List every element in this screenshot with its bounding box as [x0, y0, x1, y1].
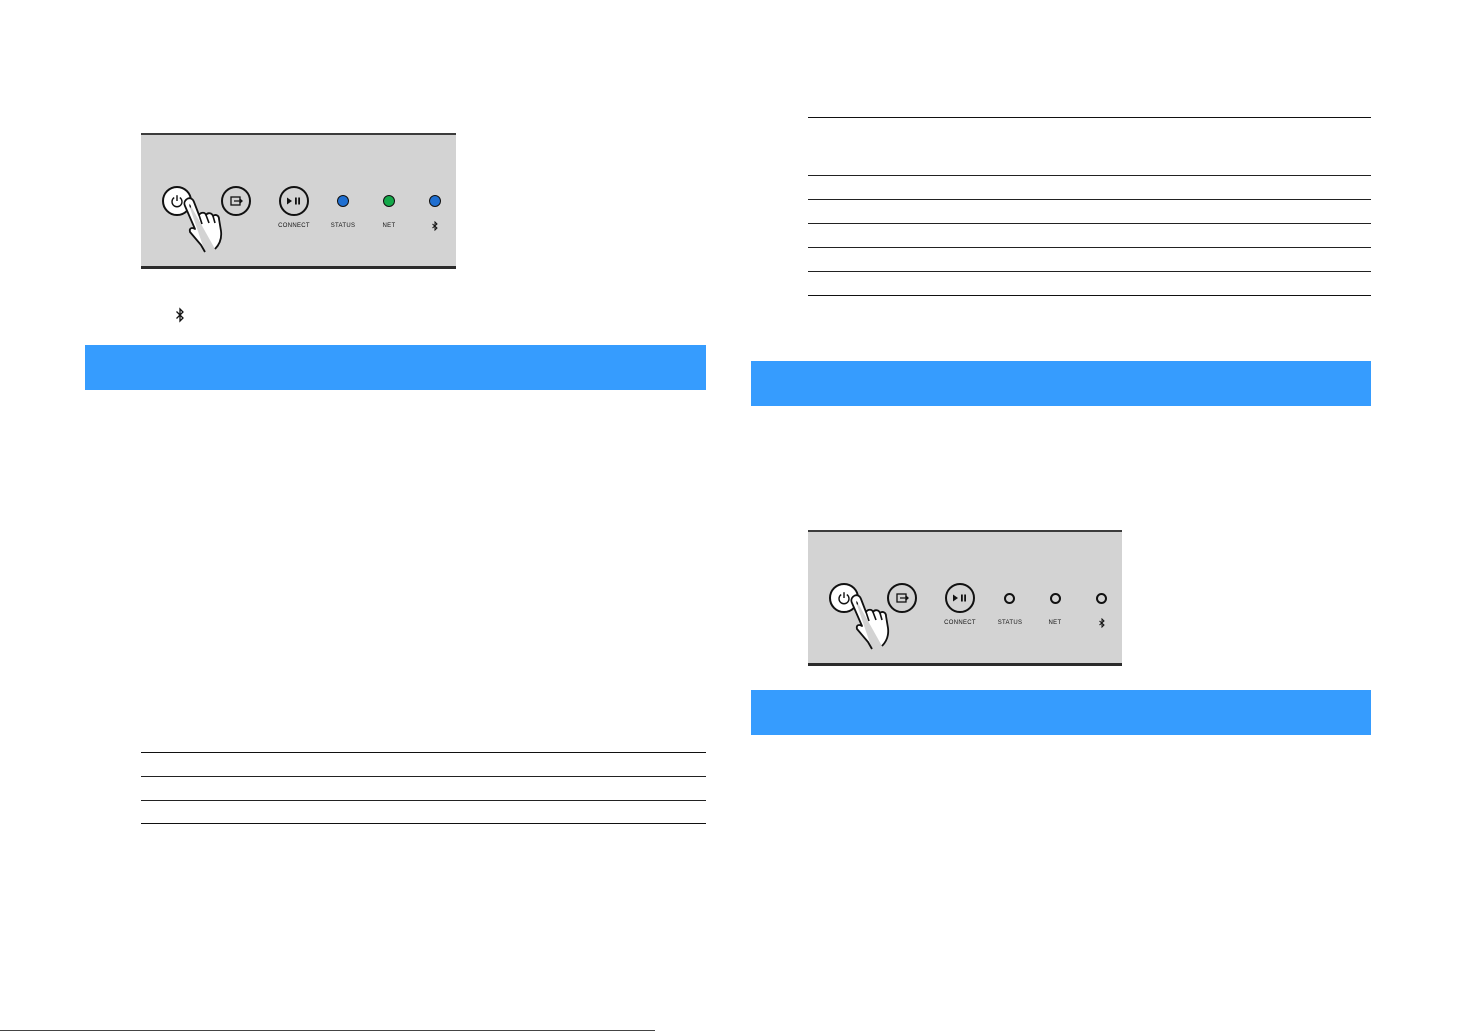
- connect-play-pause-button: [945, 583, 975, 613]
- play-pause-icon: [287, 197, 300, 205]
- bluetooth-icon: [176, 307, 184, 323]
- net-label: NET: [382, 223, 396, 229]
- pressing-finger-icon: [183, 197, 223, 253]
- connect-play-pause-button: [279, 186, 309, 216]
- net-label: NET: [1048, 620, 1062, 626]
- status-label: STATUS: [330, 223, 356, 229]
- table-rule: [808, 117, 1371, 118]
- bluetooth-icon: [432, 221, 438, 231]
- table-rule: [808, 247, 1371, 248]
- table-rule: [141, 823, 706, 824]
- table-rule: [808, 271, 1371, 272]
- table-rule: [808, 175, 1371, 176]
- page-bottom-edge: [0, 1030, 655, 1031]
- control-panel-illustration-leds-on: CONNECT STATUS NET: [141, 133, 456, 269]
- bluetooth-led: [429, 195, 441, 207]
- play-pause-icon: [953, 594, 966, 602]
- input-icon: [230, 196, 243, 206]
- input-icon: [896, 593, 909, 603]
- table-rule: [808, 199, 1371, 200]
- status-led: [337, 195, 349, 207]
- bluetooth-led: [1096, 593, 1107, 604]
- bluetooth-icon: [1099, 618, 1105, 628]
- connect-label: CONNECT: [278, 223, 310, 229]
- connect-label: CONNECT: [944, 620, 976, 626]
- table-rule: [808, 295, 1371, 296]
- status-led: [1004, 593, 1015, 604]
- pressing-finger-icon: [850, 594, 890, 650]
- status-label: STATUS: [997, 620, 1023, 626]
- net-led: [1050, 593, 1061, 604]
- section-heading-bar: [751, 361, 1371, 406]
- section-heading-bar: [85, 345, 706, 390]
- table-rule: [141, 800, 706, 801]
- input-button: [221, 186, 251, 216]
- section-heading-bar: [751, 690, 1371, 735]
- table-rule: [141, 776, 706, 777]
- control-panel-illustration-leds-off: CONNECT STATUS NET: [808, 530, 1122, 666]
- net-led: [383, 195, 395, 207]
- table-rule: [141, 752, 706, 753]
- table-rule: [808, 223, 1371, 224]
